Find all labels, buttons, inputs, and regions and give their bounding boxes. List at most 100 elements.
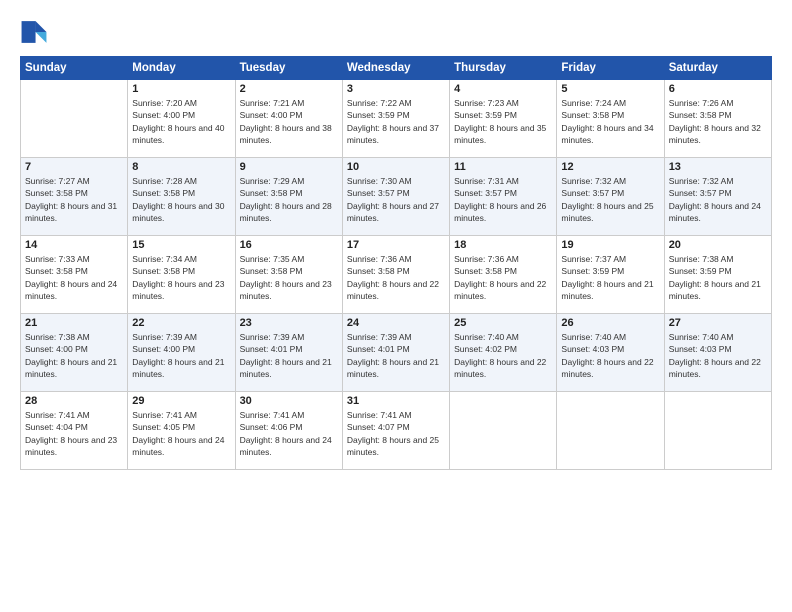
weekday-header-sunday: Sunday [21, 57, 128, 80]
day-number: 13 [669, 161, 767, 173]
header [20, 18, 772, 46]
day-info: Sunrise: 7:41 AMSunset: 4:04 PMDaylight:… [25, 409, 123, 458]
day-info: Sunrise: 7:23 AMSunset: 3:59 PMDaylight:… [454, 97, 552, 146]
day-info: Sunrise: 7:39 AMSunset: 4:01 PMDaylight:… [347, 331, 445, 380]
day-number: 29 [132, 395, 230, 407]
day-info: Sunrise: 7:36 AMSunset: 3:58 PMDaylight:… [347, 253, 445, 302]
calendar-cell: 22 Sunrise: 7:39 AMSunset: 4:00 PMDayligh… [128, 314, 235, 392]
day-number: 18 [454, 239, 552, 251]
calendar-cell [21, 80, 128, 158]
calendar-cell: 2 Sunrise: 7:21 AMSunset: 4:00 PMDaylight… [235, 80, 342, 158]
day-info: Sunrise: 7:38 AMSunset: 4:00 PMDaylight:… [25, 331, 123, 380]
day-info: Sunrise: 7:22 AMSunset: 3:59 PMDaylight:… [347, 97, 445, 146]
calendar-cell: 28 Sunrise: 7:41 AMSunset: 4:04 PMDayligh… [21, 392, 128, 470]
day-number: 23 [240, 317, 338, 329]
calendar-cell: 14 Sunrise: 7:33 AMSunset: 3:58 PMDayligh… [21, 236, 128, 314]
calendar-cell: 10 Sunrise: 7:30 AMSunset: 3:57 PMDayligh… [342, 158, 449, 236]
calendar-cell: 6 Sunrise: 7:26 AMSunset: 3:58 PMDaylight… [664, 80, 771, 158]
calendar-cell [664, 392, 771, 470]
week-row-2: 14 Sunrise: 7:33 AMSunset: 3:58 PMDayligh… [21, 236, 772, 314]
page: SundayMondayTuesdayWednesdayThursdayFrid… [0, 0, 792, 612]
day-number: 20 [669, 239, 767, 251]
day-info: Sunrise: 7:39 AMSunset: 4:00 PMDaylight:… [132, 331, 230, 380]
day-info: Sunrise: 7:41 AMSunset: 4:05 PMDaylight:… [132, 409, 230, 458]
calendar-cell: 25 Sunrise: 7:40 AMSunset: 4:02 PMDayligh… [450, 314, 557, 392]
calendar-cell: 26 Sunrise: 7:40 AMSunset: 4:03 PMDayligh… [557, 314, 664, 392]
day-info: Sunrise: 7:40 AMSunset: 4:02 PMDaylight:… [454, 331, 552, 380]
calendar-cell: 16 Sunrise: 7:35 AMSunset: 3:58 PMDayligh… [235, 236, 342, 314]
weekday-header-saturday: Saturday [664, 57, 771, 80]
weekday-header-tuesday: Tuesday [235, 57, 342, 80]
calendar-cell: 29 Sunrise: 7:41 AMSunset: 4:05 PMDayligh… [128, 392, 235, 470]
day-info: Sunrise: 7:34 AMSunset: 3:58 PMDaylight:… [132, 253, 230, 302]
day-info: Sunrise: 7:41 AMSunset: 4:06 PMDaylight:… [240, 409, 338, 458]
day-number: 9 [240, 161, 338, 173]
day-info: Sunrise: 7:20 AMSunset: 4:00 PMDaylight:… [132, 97, 230, 146]
day-number: 1 [132, 83, 230, 95]
weekday-header-friday: Friday [557, 57, 664, 80]
day-info: Sunrise: 7:31 AMSunset: 3:57 PMDaylight:… [454, 175, 552, 224]
day-number: 3 [347, 83, 445, 95]
day-number: 28 [25, 395, 123, 407]
calendar-cell: 11 Sunrise: 7:31 AMSunset: 3:57 PMDayligh… [450, 158, 557, 236]
day-info: Sunrise: 7:32 AMSunset: 3:57 PMDaylight:… [669, 175, 767, 224]
day-info: Sunrise: 7:33 AMSunset: 3:58 PMDaylight:… [25, 253, 123, 302]
day-info: Sunrise: 7:40 AMSunset: 4:03 PMDaylight:… [561, 331, 659, 380]
calendar-cell: 4 Sunrise: 7:23 AMSunset: 3:59 PMDaylight… [450, 80, 557, 158]
day-number: 30 [240, 395, 338, 407]
day-info: Sunrise: 7:41 AMSunset: 4:07 PMDaylight:… [347, 409, 445, 458]
calendar-table: SundayMondayTuesdayWednesdayThursdayFrid… [20, 56, 772, 470]
calendar-cell: 3 Sunrise: 7:22 AMSunset: 3:59 PMDaylight… [342, 80, 449, 158]
day-info: Sunrise: 7:40 AMSunset: 4:03 PMDaylight:… [669, 331, 767, 380]
calendar-cell: 31 Sunrise: 7:41 AMSunset: 4:07 PMDayligh… [342, 392, 449, 470]
weekday-header-wednesday: Wednesday [342, 57, 449, 80]
day-info: Sunrise: 7:39 AMSunset: 4:01 PMDaylight:… [240, 331, 338, 380]
day-number: 6 [669, 83, 767, 95]
calendar-cell: 13 Sunrise: 7:32 AMSunset: 3:57 PMDayligh… [664, 158, 771, 236]
calendar-cell: 24 Sunrise: 7:39 AMSunset: 4:01 PMDayligh… [342, 314, 449, 392]
day-number: 24 [347, 317, 445, 329]
weekday-header-monday: Monday [128, 57, 235, 80]
day-number: 19 [561, 239, 659, 251]
day-number: 15 [132, 239, 230, 251]
day-info: Sunrise: 7:29 AMSunset: 3:58 PMDaylight:… [240, 175, 338, 224]
day-number: 16 [240, 239, 338, 251]
calendar-cell [450, 392, 557, 470]
day-info: Sunrise: 7:27 AMSunset: 3:58 PMDaylight:… [25, 175, 123, 224]
day-info: Sunrise: 7:26 AMSunset: 3:58 PMDaylight:… [669, 97, 767, 146]
day-number: 31 [347, 395, 445, 407]
day-info: Sunrise: 7:21 AMSunset: 4:00 PMDaylight:… [240, 97, 338, 146]
calendar-cell: 30 Sunrise: 7:41 AMSunset: 4:06 PMDayligh… [235, 392, 342, 470]
day-number: 4 [454, 83, 552, 95]
day-info: Sunrise: 7:37 AMSunset: 3:59 PMDaylight:… [561, 253, 659, 302]
day-number: 11 [454, 161, 552, 173]
logo [20, 18, 52, 46]
day-number: 22 [132, 317, 230, 329]
day-number: 7 [25, 161, 123, 173]
calendar-cell: 1 Sunrise: 7:20 AMSunset: 4:00 PMDaylight… [128, 80, 235, 158]
calendar-cell: 7 Sunrise: 7:27 AMSunset: 3:58 PMDaylight… [21, 158, 128, 236]
day-number: 8 [132, 161, 230, 173]
calendar-cell: 12 Sunrise: 7:32 AMSunset: 3:57 PMDayligh… [557, 158, 664, 236]
day-info: Sunrise: 7:35 AMSunset: 3:58 PMDaylight:… [240, 253, 338, 302]
day-info: Sunrise: 7:30 AMSunset: 3:57 PMDaylight:… [347, 175, 445, 224]
day-number: 10 [347, 161, 445, 173]
calendar-cell [557, 392, 664, 470]
day-number: 5 [561, 83, 659, 95]
day-number: 26 [561, 317, 659, 329]
weekday-header-thursday: Thursday [450, 57, 557, 80]
day-info: Sunrise: 7:32 AMSunset: 3:57 PMDaylight:… [561, 175, 659, 224]
day-info: Sunrise: 7:28 AMSunset: 3:58 PMDaylight:… [132, 175, 230, 224]
day-number: 14 [25, 239, 123, 251]
day-number: 2 [240, 83, 338, 95]
week-row-3: 21Sunrise: 7:38 AMSunset: 4:00 PMDayligh… [21, 314, 772, 392]
day-number: 17 [347, 239, 445, 251]
day-number: 12 [561, 161, 659, 173]
day-number: 25 [454, 317, 552, 329]
day-info: Sunrise: 7:36 AMSunset: 3:58 PMDaylight:… [454, 253, 552, 302]
day-number: 27 [669, 317, 767, 329]
calendar-cell: 19 Sunrise: 7:37 AMSunset: 3:59 PMDayligh… [557, 236, 664, 314]
day-info: Sunrise: 7:38 AMSunset: 3:59 PMDaylight:… [669, 253, 767, 302]
day-info: Sunrise: 7:24 AMSunset: 3:58 PMDaylight:… [561, 97, 659, 146]
calendar-cell: 27 Sunrise: 7:40 AMSunset: 4:03 PMDayligh… [664, 314, 771, 392]
